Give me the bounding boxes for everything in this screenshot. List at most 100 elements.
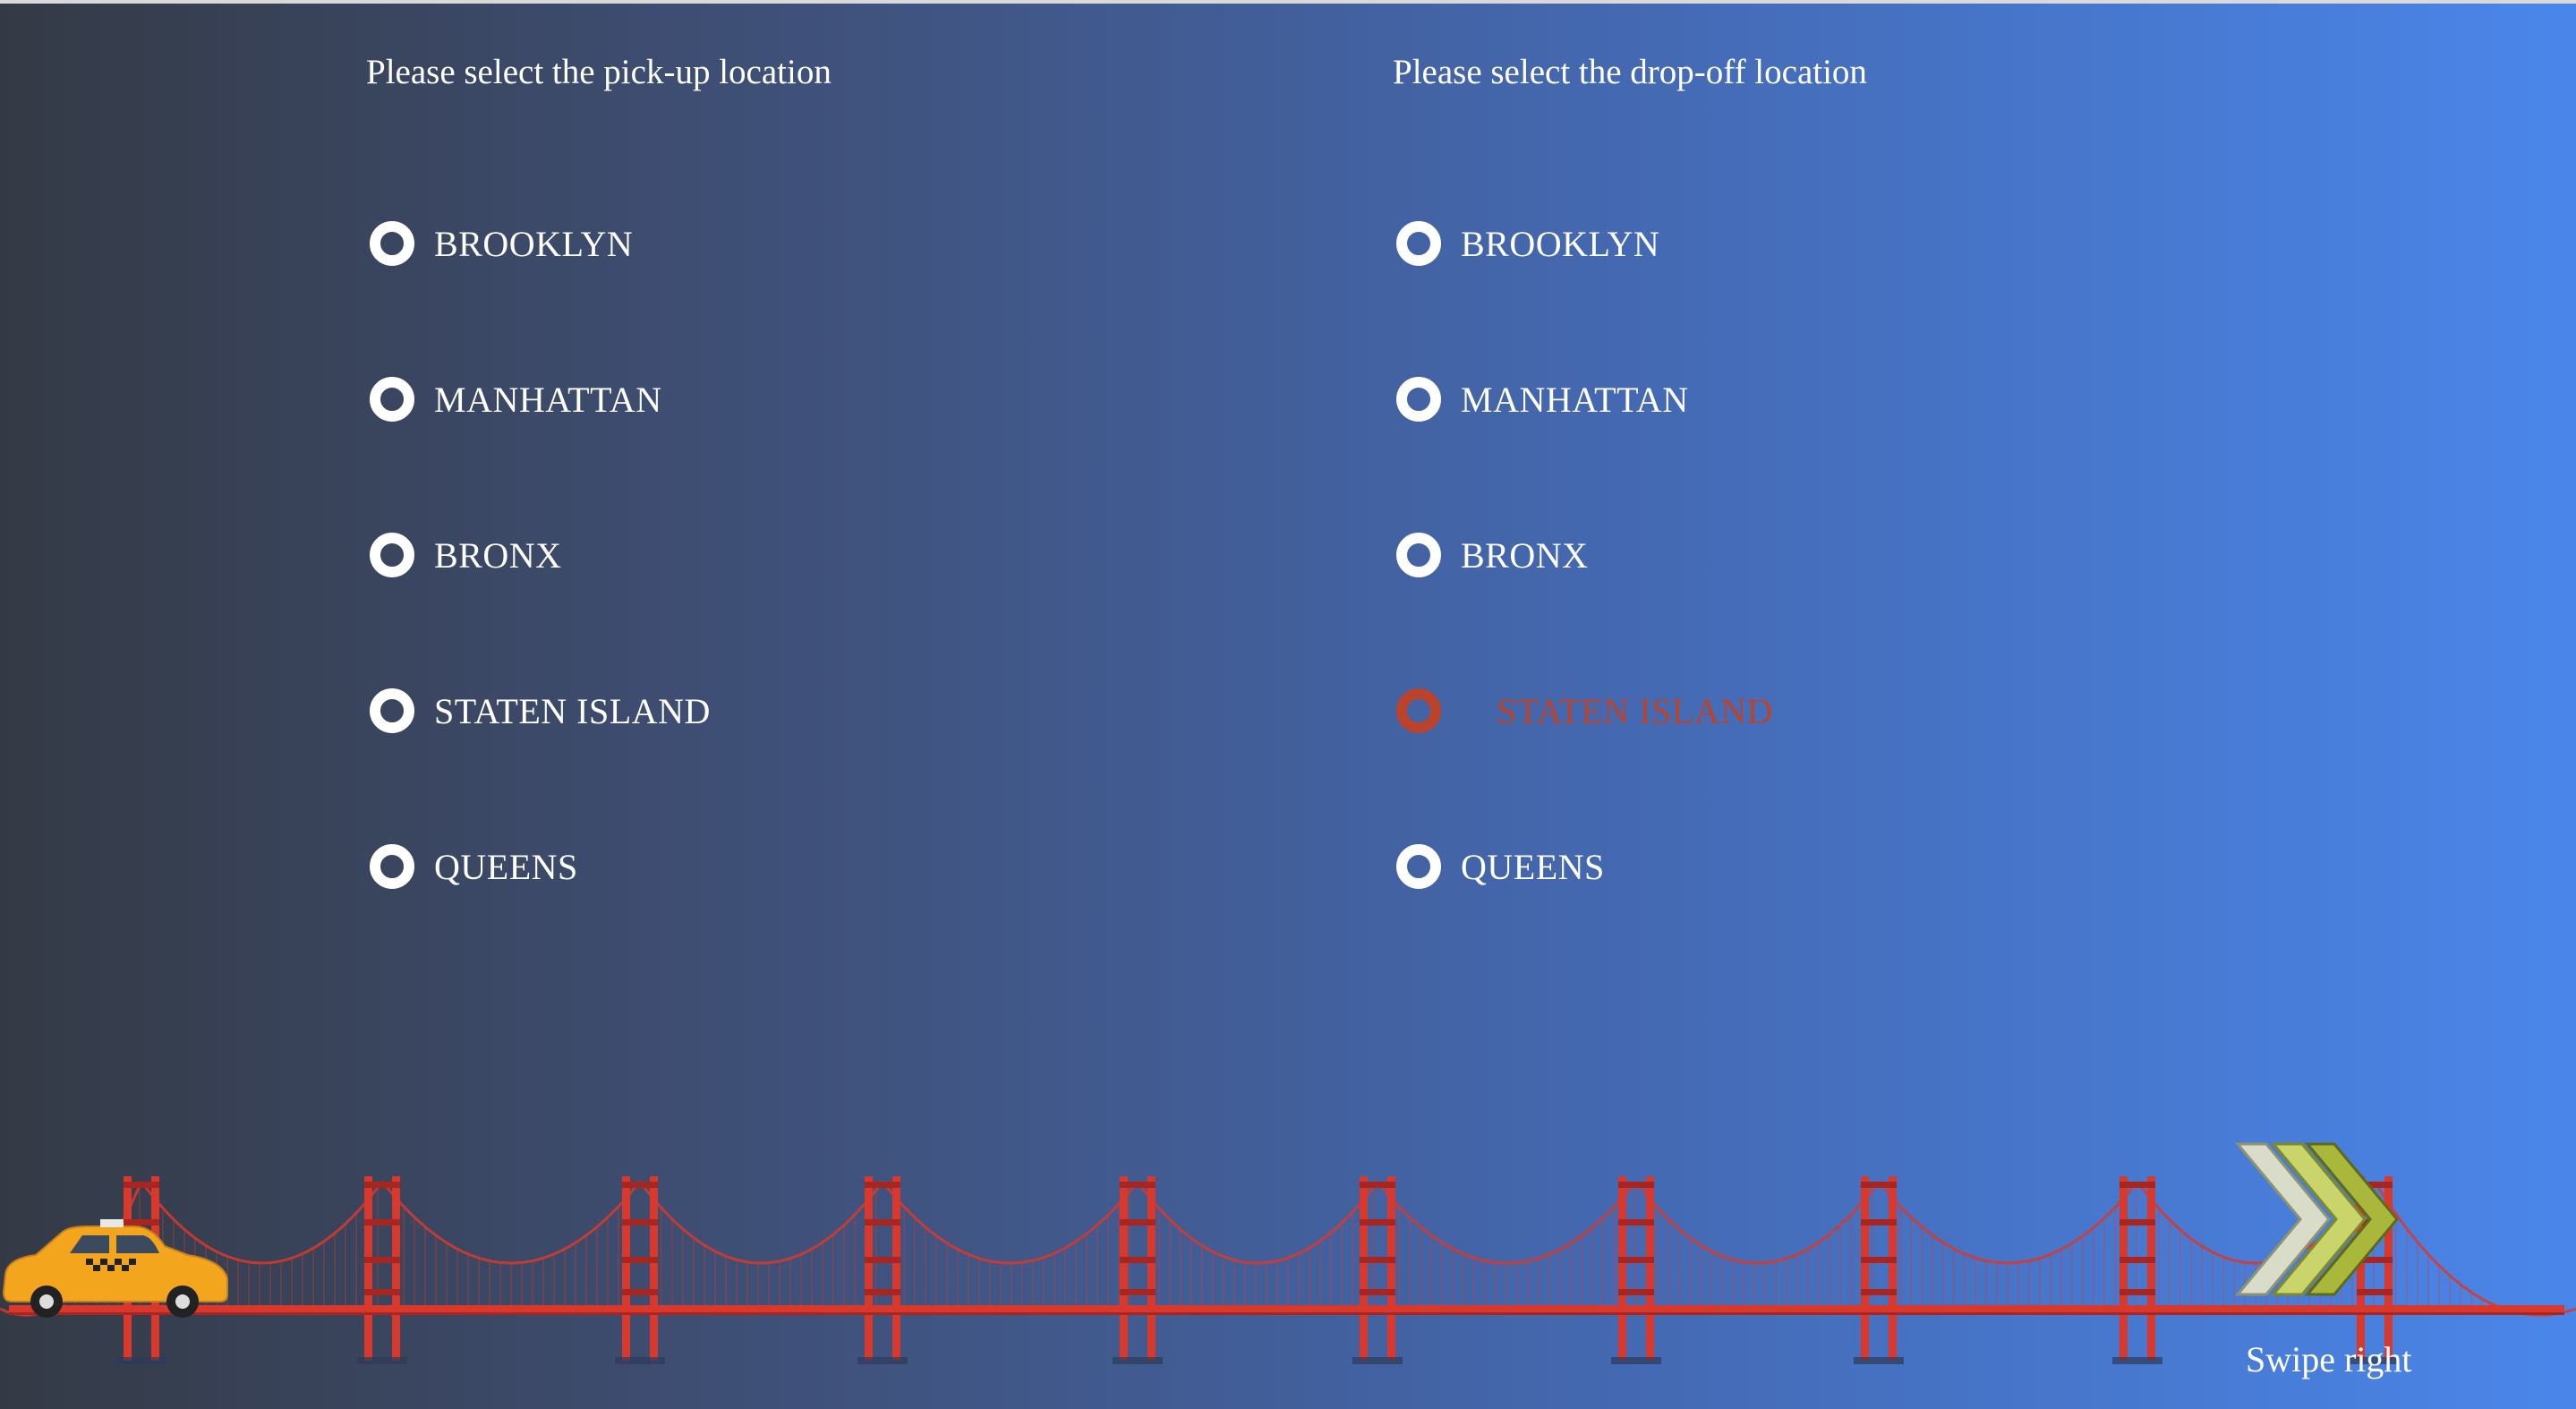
tower-crossbeam: [1360, 1182, 1395, 1188]
main-cable: [1877, 1181, 2139, 1265]
tower-leg: [1360, 1176, 1368, 1361]
tower-crossbeam: [1618, 1219, 1654, 1225]
radio-button[interactable]: [1396, 844, 1441, 889]
tower-leg: [1120, 1176, 1128, 1361]
tower-crossbeam: [1120, 1219, 1156, 1225]
pickup-option-queens[interactable]: QUEENS: [370, 835, 578, 898]
main-cable: [881, 1181, 1139, 1265]
pickup-option-brooklyn[interactable]: BROOKLYN: [370, 212, 633, 275]
tower-crossbeam: [1618, 1182, 1654, 1188]
tower-leg: [1618, 1176, 1626, 1361]
tower-leg: [364, 1176, 372, 1361]
tower-leg: [1147, 1176, 1156, 1361]
bridge-deck: [9, 1305, 2564, 1312]
tower-crossbeam: [2120, 1257, 2155, 1263]
tower-base: [116, 1357, 166, 1364]
taxi-hubcap: [39, 1294, 54, 1309]
tower-crossbeam: [364, 1289, 400, 1295]
tower-crossbeam: [1120, 1289, 1156, 1295]
main-cable: [1376, 1181, 1638, 1265]
dropoff-option-label: QUEENS: [1461, 846, 1605, 887]
suspender-cables: [892, 1191, 1130, 1309]
tower-crossbeam: [364, 1257, 400, 1263]
tower-base: [1113, 1357, 1163, 1364]
bridge-deck-edge: [9, 1312, 2564, 1315]
tower-crossbeam: [2120, 1219, 2155, 1225]
pickup-option-bronx[interactable]: BRONX: [370, 524, 562, 586]
tower-crossbeam: [1861, 1289, 1897, 1295]
tower-crossbeam: [865, 1257, 900, 1263]
tower-base: [1854, 1357, 1904, 1364]
radio-button-selected[interactable]: [1396, 688, 1441, 733]
tower-leg: [2147, 1176, 2155, 1361]
pickup-option-label: QUEENS: [434, 846, 578, 887]
tower-leg: [1387, 1176, 1395, 1361]
dropoff-option-queens[interactable]: QUEENS: [1396, 835, 1605, 898]
pickup-option-staten-island[interactable]: STATEN ISLAND: [370, 679, 711, 742]
tower-base: [1611, 1357, 1661, 1364]
tower-crossbeam: [622, 1219, 658, 1225]
tower-leg: [892, 1176, 900, 1361]
radio-button[interactable]: [1396, 533, 1441, 577]
tower-crossbeam: [1360, 1257, 1395, 1263]
tower-crossbeam: [1120, 1182, 1156, 1188]
chevrons-right-icon[interactable]: [2229, 1137, 2408, 1298]
tower-crossbeam: [1861, 1257, 1897, 1263]
pickup-option-manhattan[interactable]: MANHATTAN: [370, 368, 662, 431]
tower-crossbeam: [1360, 1219, 1395, 1225]
suspender-cables: [650, 1190, 877, 1309]
tower-crossbeam: [364, 1219, 400, 1225]
radio-button[interactable]: [370, 688, 414, 733]
tower-crossbeam: [2120, 1182, 2155, 1188]
tower-crossbeam: [364, 1182, 400, 1188]
dropoff-option-label: MANHATTAN: [1461, 379, 1689, 420]
radio-button[interactable]: [370, 377, 414, 422]
taxi-hubcap: [175, 1294, 190, 1309]
bridge-tower: [857, 1176, 908, 1364]
dropoff-option-label: BRONX: [1461, 534, 1589, 576]
pickup-option-label: STATEN ISLAND: [434, 690, 711, 731]
radio-button[interactable]: [370, 533, 414, 577]
tower-crossbeam: [865, 1182, 900, 1188]
dropoff-option-brooklyn[interactable]: BROOKLYN: [1396, 212, 1659, 275]
taxi-icon: [2, 1219, 228, 1318]
tower-crossbeam: [622, 1289, 658, 1295]
radio-button[interactable]: [1396, 221, 1441, 266]
tower-base: [2112, 1357, 2162, 1364]
bridge-tower: [357, 1176, 407, 1364]
suspender-cables: [1147, 1186, 1375, 1309]
radio-button[interactable]: [1396, 377, 1441, 422]
tower-crossbeam: [622, 1257, 658, 1263]
tower-leg: [622, 1176, 630, 1361]
suspender-cables: [392, 1194, 630, 1309]
bridge-towers: [116, 1176, 2400, 1364]
tower-leg: [1889, 1176, 1897, 1361]
radio-button[interactable]: [370, 221, 414, 266]
suspender-cables: [1889, 1183, 2137, 1309]
suspender-cables: [1387, 1183, 1636, 1309]
dropoff-option-manhattan[interactable]: MANHATTAN: [1396, 368, 1689, 431]
tower-leg: [1646, 1176, 1654, 1361]
swipe-right-label[interactable]: Swipe right: [2246, 1338, 2412, 1380]
dropoff-option-staten-island[interactable]: STATEN ISLAND: [1396, 679, 1773, 742]
pickup-option-label: BRONX: [434, 534, 562, 576]
tower-crossbeam: [1861, 1182, 1897, 1188]
tower-leg: [392, 1176, 400, 1361]
bridge-illustration: [0, 1176, 2576, 1364]
tower-crossbeam: [1120, 1257, 1156, 1263]
taxi-sign: [100, 1219, 124, 1227]
tower-crossbeam: [2120, 1289, 2155, 1295]
pickup-heading: Please select the pick-up location: [366, 53, 832, 91]
pickup-option-label: BROOKLYN: [434, 223, 634, 264]
main-cable: [638, 1181, 884, 1265]
bridge-tower: [1611, 1176, 1661, 1364]
radio-button[interactable]: [370, 844, 414, 889]
bridge-tower: [2112, 1176, 2162, 1364]
dropoff-heading: Please select the drop-off location: [1393, 53, 1867, 91]
tower-crossbeam: [1360, 1289, 1395, 1295]
tower-base: [615, 1357, 665, 1364]
tower-base: [857, 1357, 908, 1364]
tower-crossbeam: [865, 1289, 900, 1295]
tower-crossbeam: [622, 1182, 658, 1188]
dropoff-option-bronx[interactable]: BRONX: [1396, 524, 1589, 586]
